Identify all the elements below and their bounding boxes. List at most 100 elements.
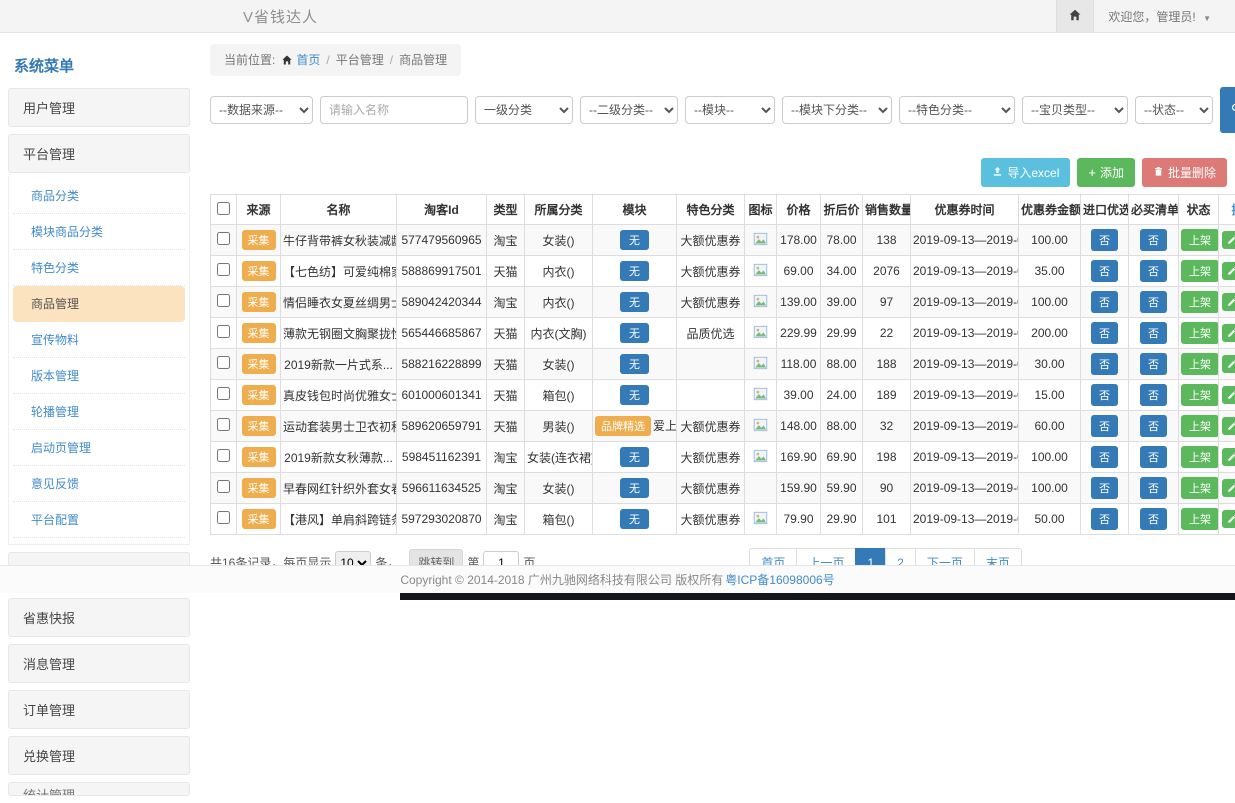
status-button[interactable]: 上架	[1181, 415, 1219, 437]
import-select-toggle[interactable]: 否	[1091, 353, 1118, 375]
edit-button pencil-icon[interactable]	[1222, 479, 1235, 497]
sidebar-item-group[interactable]: 省惠快报	[8, 598, 190, 637]
must-buy-toggle[interactable]: 否	[1140, 353, 1167, 375]
row-checkbox[interactable]	[217, 263, 230, 276]
price-cell: 39.00	[777, 380, 821, 411]
column-header: 优惠券金额	[1019, 195, 1081, 225]
sidebar-item-group[interactable]: 消息管理	[8, 644, 190, 683]
module-sub-category-select[interactable]: --模块下分类--	[782, 96, 892, 124]
import-select-toggle[interactable]: 否	[1091, 477, 1118, 499]
sidebar-item-group[interactable]: 平台管理	[8, 134, 190, 173]
must-buy-toggle[interactable]: 否	[1140, 415, 1167, 437]
plus-icon: +	[1088, 168, 1096, 178]
must-buy-toggle[interactable]: 否	[1140, 446, 1167, 468]
feature-cell: 大额优惠券	[677, 411, 745, 442]
import-select-toggle[interactable]: 否	[1091, 260, 1118, 282]
row-checkbox[interactable]	[217, 356, 230, 369]
sidebar-item-group[interactable]: 用户管理	[8, 88, 190, 127]
price-cell: 139.00	[777, 287, 821, 318]
status-button[interactable]: 上架	[1181, 508, 1219, 530]
select-all-checkbox[interactable]	[217, 202, 230, 215]
source-select[interactable]: --数据来源--	[210, 96, 313, 124]
sidebar-item-sub[interactable]: 版本管理	[13, 358, 185, 394]
operations-cell	[1219, 504, 1235, 535]
row-checkbox[interactable]	[217, 294, 230, 307]
level2-category-select[interactable]: --二级分类--	[580, 96, 678, 124]
sidebar-item-sub[interactable]: 特色分类	[13, 250, 185, 286]
sidebar-item-group[interactable]: 订单管理	[8, 690, 190, 729]
must-buy-toggle[interactable]: 否	[1140, 477, 1167, 499]
must-buy-toggle[interactable]: 否	[1140, 291, 1167, 313]
sidebar-item-sub[interactable]: 意见反馈	[13, 466, 185, 502]
status-button[interactable]: 上架	[1181, 477, 1219, 499]
name-input[interactable]	[320, 96, 468, 124]
row-checkbox[interactable]	[217, 480, 230, 493]
edit-button pencil-icon[interactable]	[1222, 293, 1235, 311]
status-button[interactable]: 上架	[1181, 446, 1219, 468]
import-select-toggle[interactable]: 否	[1091, 322, 1118, 344]
icp-link[interactable]: 粤ICP备16098006号	[725, 571, 834, 588]
must-buy-toggle[interactable]: 否	[1140, 322, 1167, 344]
batch-delete-button[interactable]: 批量删除	[1142, 158, 1227, 187]
must-buy-toggle[interactable]: 否	[1140, 260, 1167, 282]
add-button[interactable]: + 添加	[1077, 158, 1135, 187]
edit-button pencil-icon[interactable]	[1222, 231, 1235, 249]
row-checkbox[interactable]	[217, 511, 230, 524]
import-select-toggle[interactable]: 否	[1091, 384, 1118, 406]
edit-button pencil-icon[interactable]	[1222, 324, 1235, 342]
item-type-select[interactable]: --宝贝类型--	[1022, 96, 1128, 124]
row-checkbox[interactable]	[217, 325, 230, 338]
edit-button pencil-icon[interactable]	[1222, 262, 1235, 280]
row-checkbox[interactable]	[217, 387, 230, 400]
import-select-toggle[interactable]: 否	[1091, 415, 1118, 437]
import-select-toggle[interactable]: 否	[1091, 446, 1118, 468]
sidebar-item-active[interactable]: 商品管理	[13, 286, 185, 322]
must-buy-toggle[interactable]: 否	[1140, 508, 1167, 530]
user-menu[interactable]: 欢迎您，管理员! ▼	[1094, 8, 1235, 25]
icon-cell	[745, 473, 777, 504]
sidebar-item-sub[interactable]: 宣传物料	[13, 322, 185, 358]
sidebar-item-group[interactable]: 统计管理	[8, 782, 190, 796]
edit-button pencil-icon[interactable]	[1222, 355, 1235, 373]
sidebar-item-sub[interactable]: 启动页管理	[13, 430, 185, 466]
import-select-toggle[interactable]: 否	[1091, 291, 1118, 313]
search-button[interactable]: 查询	[1220, 87, 1235, 133]
status-button[interactable]: 上架	[1181, 384, 1219, 406]
import-select-toggle[interactable]: 否	[1091, 229, 1118, 251]
sidebar-item-sub[interactable]: 商品分类	[13, 178, 185, 214]
must-buy-toggle[interactable]: 否	[1140, 229, 1167, 251]
icon-cell	[745, 442, 777, 473]
home-button[interactable]	[1056, 0, 1094, 32]
import-excel-button[interactable]: 导入excel	[981, 158, 1070, 187]
edit-button pencil-icon[interactable]	[1222, 386, 1235, 404]
breadcrumb-home-link[interactable]: 首页	[296, 53, 320, 67]
status-button[interactable]: 上架	[1181, 229, 1219, 251]
row-checkbox[interactable]	[217, 232, 230, 245]
sidebar-item-sub[interactable]: 平台配置	[13, 502, 185, 538]
source-badge: 采集	[242, 416, 276, 436]
status-button[interactable]: 上架	[1181, 353, 1219, 375]
sidebar-item-group[interactable]: 兑换管理	[8, 736, 190, 775]
row-checkbox[interactable]	[217, 449, 230, 462]
edit-button pencil-icon[interactable]	[1222, 510, 1235, 528]
name-cell: 早春网红针织外套女春...	[281, 473, 397, 504]
sidebar-item-sub[interactable]: 模块商品分类	[13, 214, 185, 250]
sidebar-item-sub[interactable]: 轮播管理	[13, 394, 185, 430]
edit-button pencil-icon[interactable]	[1222, 448, 1235, 466]
status-button[interactable]: 上架	[1181, 260, 1219, 282]
type-cell: 淘宝	[487, 225, 525, 256]
edit-button pencil-icon[interactable]	[1222, 417, 1235, 435]
status-select[interactable]: --状态--	[1135, 96, 1213, 124]
breadcrumb-item: 平台管理	[336, 53, 384, 67]
status-button[interactable]: 上架	[1181, 322, 1219, 344]
level1-category-select[interactable]: 一级分类	[475, 96, 573, 124]
row-checkbox[interactable]	[217, 418, 230, 431]
footer: Copyright © 2014-2018 广州九驰网络科技有限公司 版权所有 …	[0, 565, 1235, 593]
module-select[interactable]: --模块--	[685, 96, 775, 124]
feature-category-select[interactable]: --特色分类--	[899, 96, 1015, 124]
must-buy-toggle[interactable]: 否	[1140, 384, 1167, 406]
column-header: 淘客Id	[397, 195, 487, 225]
import-select-toggle[interactable]: 否	[1091, 508, 1118, 530]
status-button[interactable]: 上架	[1181, 291, 1219, 313]
price-cell: 79.90	[777, 504, 821, 535]
